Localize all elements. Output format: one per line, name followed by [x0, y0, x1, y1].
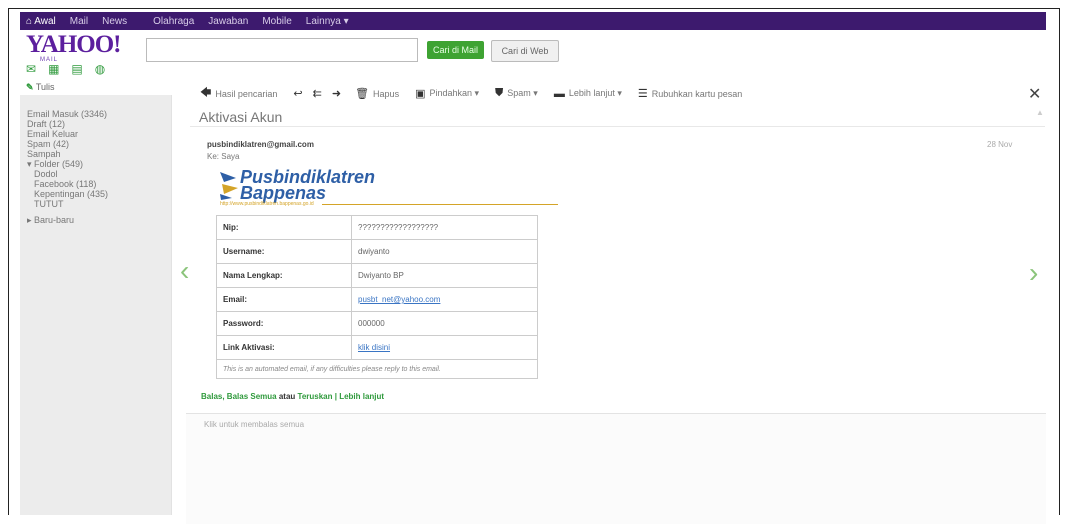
message-date: 28 Nov [987, 140, 1013, 149]
row-value: dwiyanto [351, 239, 538, 264]
row-value: 000000 [351, 311, 538, 336]
topnav-answers[interactable]: Jawaban [208, 16, 248, 27]
account-details-table: Nip:?????????????????? Username: dwiyanto… [216, 215, 538, 379]
spam-button[interactable]: Spam ▾ [507, 88, 538, 99]
table-row: Email: pusbt_net@yahoo.com [216, 287, 538, 312]
more-icon[interactable]: ▬ [554, 88, 565, 100]
folder-sent[interactable]: Email Keluar [20, 129, 171, 139]
table-row: Nip:?????????????????? [216, 215, 538, 240]
activation-link[interactable]: klik disini [351, 335, 538, 360]
calendar-app-icon[interactable]: ▤ [71, 62, 82, 76]
topnav-sports[interactable]: Olahraga [153, 16, 194, 27]
yahoo-top-nav: ⌂ Awal Mail News Olahraga Jawaban Mobile… [20, 12, 1046, 30]
message-sender[interactable]: pusbindiklatren@gmail.com [207, 140, 314, 149]
email-link[interactable]: pusbt_net@yahoo.com [351, 287, 538, 312]
search-input[interactable] [146, 38, 418, 62]
more-button[interactable]: Lebih lanjut ▾ [569, 88, 622, 99]
table-row: This is an automated email, if any diffi… [216, 359, 538, 379]
list-icon[interactable]: ☰ [638, 87, 648, 100]
reply-or-text: atau [278, 392, 296, 401]
table-row: Link Aktivasi: klik disini [216, 335, 538, 360]
forward-more-link[interactable]: Teruskan | Lebih lanjut [298, 392, 385, 401]
folder-sidebar: Email Masuk (3346) Draft (12) Email Kelu… [20, 95, 172, 515]
mail-app-icon[interactable]: ✉ [26, 62, 36, 76]
app-switcher: ✉ ▦ ▤ ◍ [26, 62, 105, 76]
topnav-home[interactable]: ⌂ Awal [26, 16, 56, 27]
folder-group[interactable]: ▾ Folder (549) [20, 159, 171, 169]
scroll-up-icon[interactable]: ▲ [1036, 108, 1044, 117]
trash-icon[interactable]: 🗑 [355, 87, 369, 100]
message-toolbar: 🡄 Hasil pencarian ↩ ⇇ ➜ 🗑 Hapus ▣ Pindah… [200, 84, 758, 103]
contacts-app-icon[interactable]: ▦ [48, 62, 59, 76]
row-label: Link Aktivasi: [216, 335, 352, 360]
folder-spam[interactable]: Spam (42) [20, 139, 171, 149]
recent-group[interactable]: ▸ Baru-baru [20, 215, 171, 225]
subject-row [190, 104, 1045, 127]
yahoo-mail-logo[interactable]: YAHOO! MAIL [26, 31, 121, 63]
delete-button[interactable]: Hapus [373, 89, 399, 99]
topnav-news[interactable]: News [102, 16, 127, 27]
folder-drafts[interactable]: Draft (12) [20, 119, 171, 129]
topnav-mail[interactable]: Mail [70, 16, 88, 27]
search-web-button[interactable]: Cari di Web [491, 40, 559, 62]
topnav-more[interactable]: Lainnya ▾ [306, 16, 349, 27]
shield-icon[interactable]: ⛊ [495, 87, 503, 100]
row-label: Password: [216, 311, 352, 336]
table-row: Password: 000000 [216, 311, 538, 336]
folder-kepentingan[interactable]: Kepentingan (435) [20, 189, 171, 199]
next-message-chevron-icon[interactable]: › [1029, 257, 1038, 289]
message-subject: Aktivasi Akun [199, 109, 283, 125]
folder-icon[interactable]: ▣ [415, 87, 425, 100]
reply-actions: Balas, Balas Semua atau Teruskan | Lebih… [201, 392, 384, 401]
folder-inbox[interactable]: Email Masuk (3346) [20, 109, 171, 119]
bappenas-emblem-icon [220, 172, 238, 200]
row-label: Username: [216, 239, 352, 264]
quick-reply-placeholder: Klik untuk membalas semua [204, 420, 305, 429]
logo-url[interactable]: http://www.pusbindiklatren.bappenas.go.i… [220, 201, 314, 207]
table-row: Username: dwiyanto [216, 239, 538, 264]
notepad-app-icon[interactable]: ◍ [95, 62, 105, 76]
prev-message-chevron-icon[interactable]: ‹ [180, 255, 189, 287]
forward-icon[interactable]: ➜ [332, 87, 341, 100]
topnav-mobile[interactable]: Mobile [262, 16, 291, 27]
row-label: Nama Lengkap: [216, 263, 352, 288]
row-value: ?????????????????? [351, 215, 538, 240]
message-recipient: Ke: Saya [207, 152, 240, 161]
folder-trash[interactable]: Sampah [20, 149, 171, 159]
pencil-icon: ✎ [26, 82, 34, 92]
collapse-button[interactable]: Rubuhkan kartu pesan [652, 89, 743, 99]
folder-facebook[interactable]: Facebook (118) [20, 179, 171, 189]
close-icon[interactable]: ✕ [1028, 84, 1041, 104]
back-to-results[interactable]: Hasil pencarian [215, 89, 277, 99]
reply-all-icon[interactable]: ⇇ [313, 87, 322, 100]
logo-divider [322, 204, 558, 205]
search-mail-button[interactable]: Cari di Mail [427, 41, 484, 59]
row-label: Email: [216, 287, 352, 312]
folder-dodol[interactable]: Dodol [20, 169, 171, 179]
reply-replyall-link[interactable]: Balas, Balas Semua [201, 392, 277, 401]
row-label: Nip: [216, 215, 352, 240]
compose-button[interactable]: ✎ Tulis [26, 82, 55, 93]
reply-icon[interactable]: ↩ [293, 87, 302, 100]
table-row: Nama Lengkap: Dwiyanto BP [216, 263, 538, 288]
folder-tutut[interactable]: TUTUT [20, 199, 171, 209]
automated-note: This is an automated email, if any diffi… [216, 359, 538, 379]
quick-reply-box[interactable] [186, 413, 1046, 524]
back-arrow-icon[interactable]: 🡄 [200, 84, 211, 103]
move-button[interactable]: Pindahkan ▾ [429, 88, 479, 99]
row-value: Dwiyanto BP [351, 263, 538, 288]
